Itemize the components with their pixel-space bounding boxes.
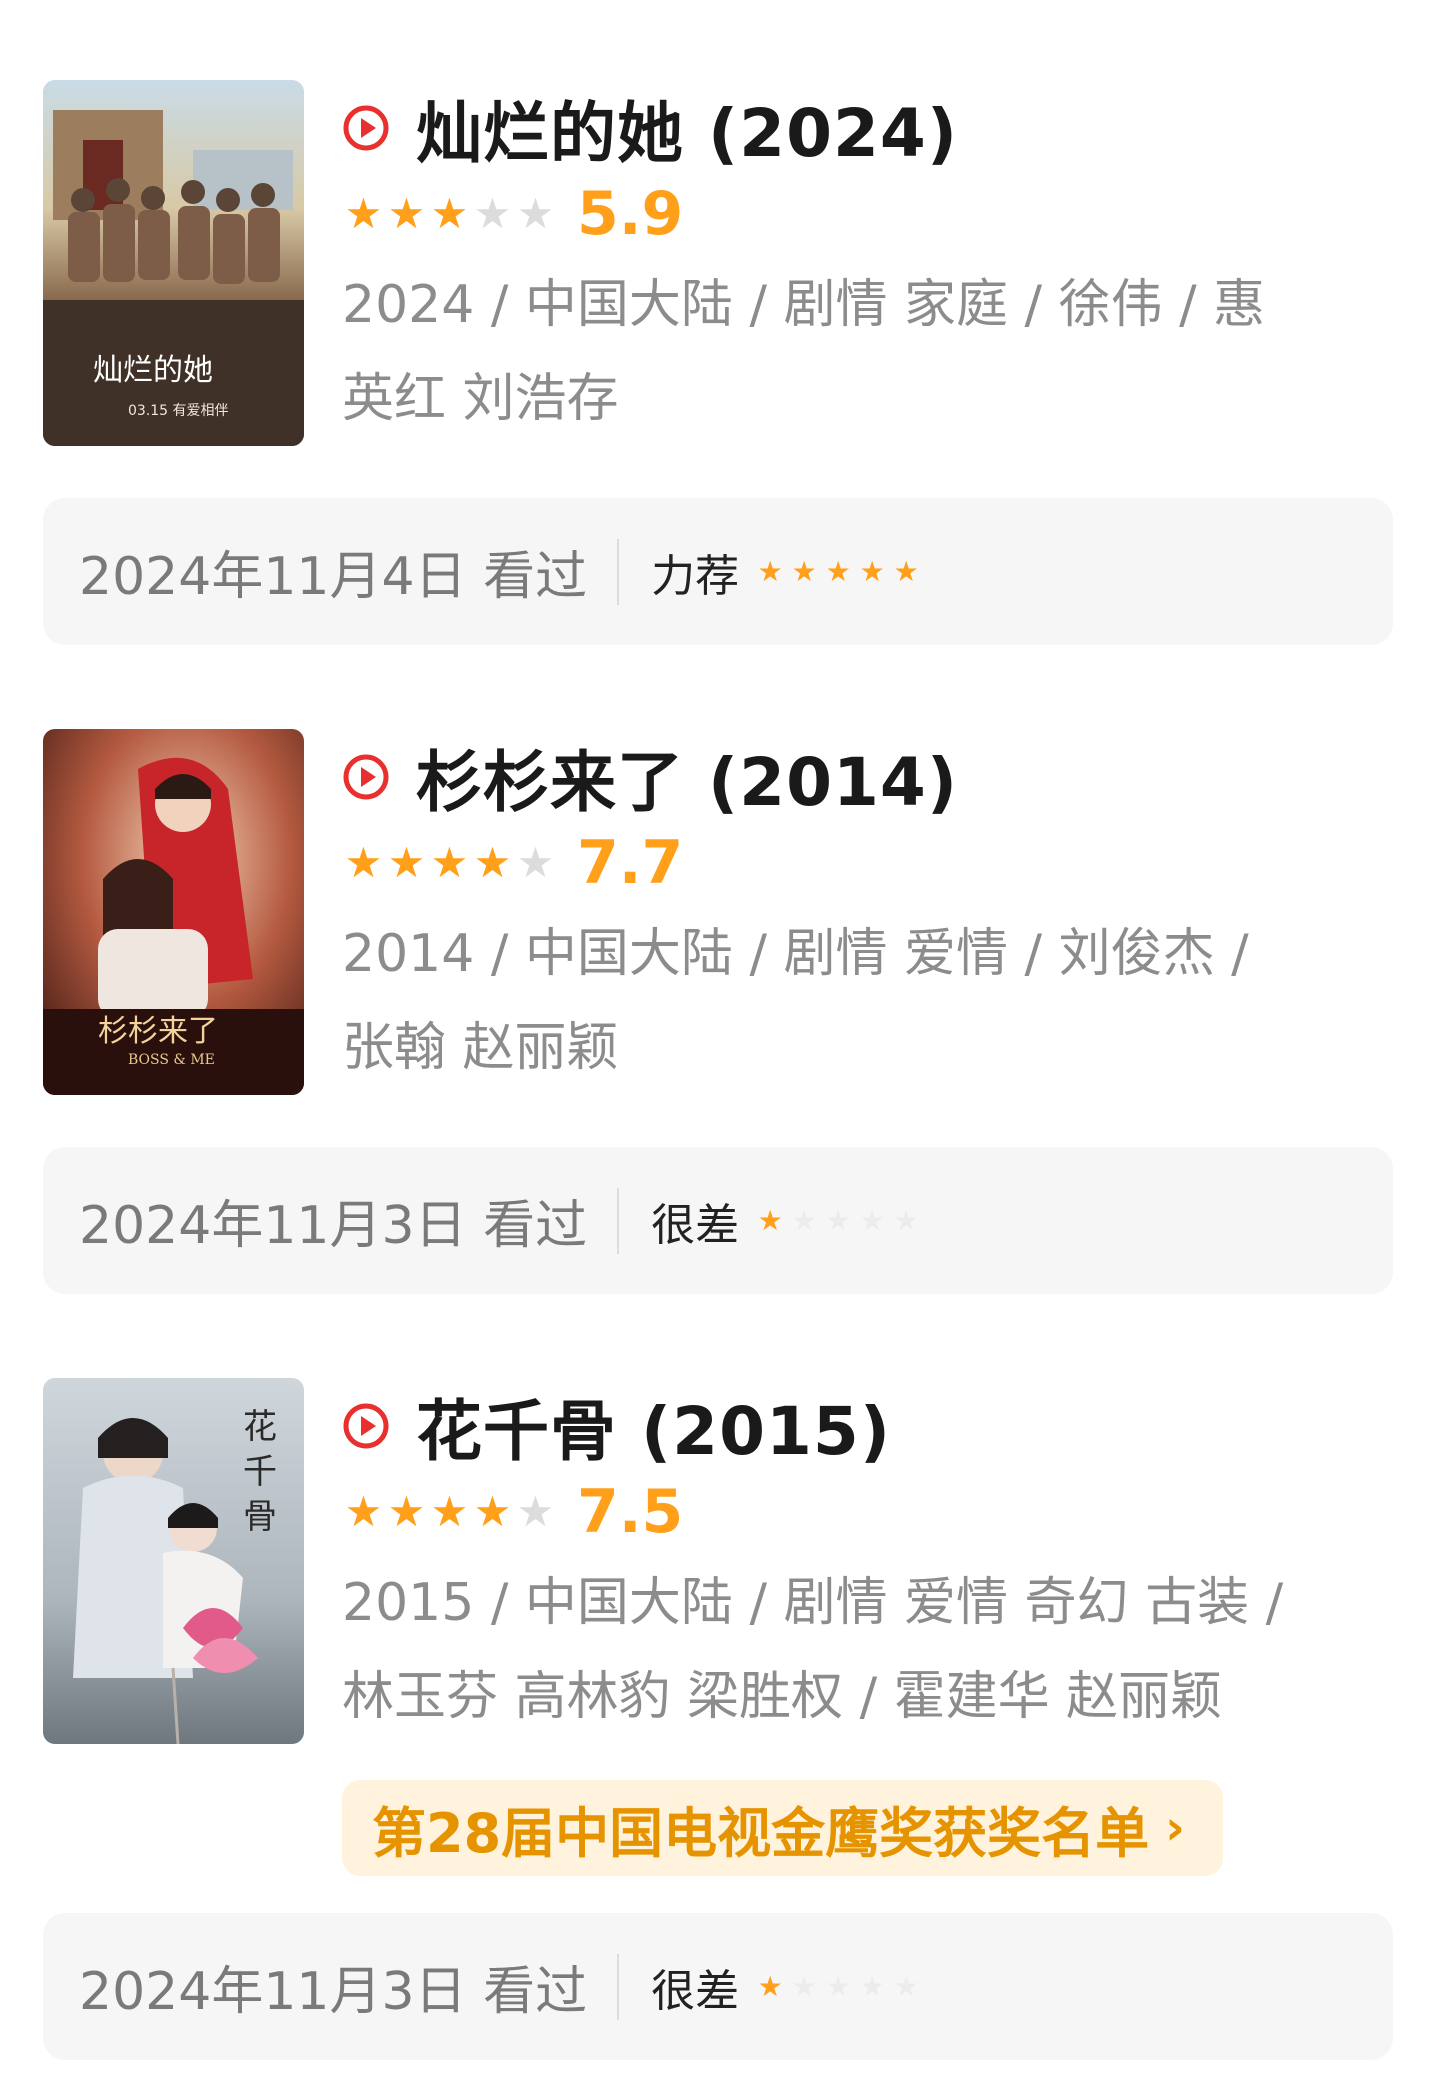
star-icon: ★	[757, 555, 783, 588]
meta-line: 张翰 赵丽颖	[342, 1018, 619, 1078]
play-icon[interactable]	[342, 1402, 390, 1450]
star-icon: ★	[516, 838, 555, 887]
star-rating: ★ ★ ★ ★ ★	[342, 193, 557, 235]
chevron-right-icon: ›	[1165, 1800, 1185, 1856]
meta-line: 2024 / 中国大陆 / 剧情 家庭 / 徐伟 / 惠	[342, 275, 1266, 335]
divider	[617, 1953, 620, 2020]
meta-line: 2015 / 中国大陆 / 剧情 爱情 奇幻 古装 /	[342, 1573, 1284, 1633]
star-icon: ★	[757, 1204, 783, 1237]
play-icon[interactable]	[342, 104, 390, 152]
movie-meta: 2014 / 中国大陆 / 剧情 爱情 / 刘俊杰 / 张翰 赵丽颖	[342, 907, 1382, 1095]
movie-title[interactable]: 灿烂的她 (2024)	[416, 80, 958, 176]
title-row[interactable]: 杉杉来了 (2014)	[342, 733, 958, 821]
watch-date: 2024年11月4日 看过	[79, 547, 588, 607]
meta-line: 林玉芬 高林豹 梁胜权 / 霍建华 赵丽颖	[342, 1667, 1223, 1727]
star-icon: ★	[859, 1970, 885, 2003]
meta-line: 英红 刘浩存	[342, 369, 619, 429]
star-icon: ★	[430, 1487, 469, 1536]
rating-score: 5.9	[577, 179, 684, 249]
svg-text:03.15 有爱相伴: 03.15 有爱相伴	[128, 403, 229, 419]
user-verdict: 很差	[651, 1199, 740, 1251]
star-icon: ★	[344, 838, 383, 887]
star-rating: ★ ★ ★ ★ ★	[342, 842, 557, 884]
divider	[617, 538, 620, 605]
title-row[interactable]: 花千骨 (2015)	[342, 1382, 891, 1470]
movie-meta: 2024 / 中国大陆 / 剧情 家庭 / 徐伟 / 惠 英红 刘浩存	[342, 258, 1382, 446]
star-icon: ★	[791, 555, 817, 588]
svg-text:千: 千	[243, 1452, 277, 1492]
movie-poster[interactable]: 灿烂的她 03.15 有爱相伴	[43, 80, 304, 446]
rating-row: ★ ★ ★ ★ ★ 7.7	[342, 827, 684, 899]
star-icon: ★	[473, 189, 512, 238]
star-icon: ★	[473, 838, 512, 887]
star-icon: ★	[344, 189, 383, 238]
svg-text:灿烂的她: 灿烂的她	[93, 353, 213, 388]
movie-poster[interactable]: 花 千 骨	[43, 1378, 304, 1744]
user-verdict: 力荐	[651, 550, 740, 602]
star-icon: ★	[387, 838, 426, 887]
star-icon: ★	[516, 189, 555, 238]
star-icon: ★	[430, 189, 469, 238]
watch-date: 2024年11月3日 看过	[79, 1962, 588, 2022]
star-icon: ★	[893, 555, 919, 588]
watch-log[interactable]: 2024年11月3日 看过 很差 ★ ★ ★ ★ ★	[43, 1147, 1393, 1294]
star-icon: ★	[516, 1487, 555, 1536]
star-icon: ★	[825, 555, 851, 588]
star-icon: ★	[757, 1970, 783, 2003]
star-icon: ★	[825, 1204, 851, 1237]
rating-row: ★ ★ ★ ★ ★ 5.9	[342, 178, 684, 250]
star-icon: ★	[859, 555, 885, 588]
award-label: 第28届中国电视金鹰奖获奖名单	[372, 1801, 1150, 1865]
star-icon: ★	[791, 1970, 817, 2003]
play-icon[interactable]	[342, 753, 390, 801]
award-link[interactable]: 第28届中国电视金鹰奖获奖名单 ›	[342, 1780, 1223, 1876]
watch-log[interactable]: 2024年11月3日 看过 很差 ★ ★ ★ ★ ★	[43, 1913, 1393, 2060]
svg-text:骨: 骨	[243, 1497, 277, 1537]
movie-poster[interactable]: 杉杉来了 BOSS & ME	[43, 729, 304, 1095]
star-icon: ★	[825, 1970, 851, 2003]
svg-text:花: 花	[243, 1407, 277, 1447]
star-icon: ★	[859, 1204, 885, 1237]
star-icon: ★	[430, 838, 469, 887]
star-icon: ★	[893, 1970, 919, 2003]
star-icon: ★	[473, 1487, 512, 1536]
user-star-rating: ★ ★ ★ ★ ★	[753, 1970, 923, 2003]
divider	[617, 1187, 620, 1254]
rating-score: 7.5	[577, 1477, 684, 1547]
user-star-rating: ★ ★ ★ ★ ★	[753, 555, 923, 588]
movie-title[interactable]: 花千骨 (2015)	[416, 1378, 891, 1474]
rating-row: ★ ★ ★ ★ ★ 7.5	[342, 1476, 684, 1548]
movie-title[interactable]: 杉杉来了 (2014)	[416, 729, 958, 825]
star-icon: ★	[387, 1487, 426, 1536]
user-verdict: 很差	[651, 1965, 740, 2017]
title-row[interactable]: 灿烂的她 (2024)	[342, 84, 958, 172]
watch-log[interactable]: 2024年11月4日 看过 力荐 ★ ★ ★ ★ ★	[43, 498, 1393, 645]
svg-text:BOSS & ME: BOSS & ME	[128, 1052, 215, 1068]
star-rating: ★ ★ ★ ★ ★	[342, 1491, 557, 1533]
svg-text:杉杉来了: 杉杉来了	[98, 1014, 218, 1049]
movie-meta: 2015 / 中国大陆 / 剧情 爱情 奇幻 古装 / 林玉芬 高林豹 梁胜权 …	[342, 1556, 1382, 1744]
star-icon: ★	[791, 1204, 817, 1237]
meta-line: 2014 / 中国大陆 / 剧情 爱情 / 刘俊杰 /	[342, 924, 1249, 984]
watch-date: 2024年11月3日 看过	[79, 1196, 588, 1256]
star-icon: ★	[344, 1487, 383, 1536]
user-star-rating: ★ ★ ★ ★ ★	[753, 1204, 923, 1237]
star-icon: ★	[387, 189, 426, 238]
rating-score: 7.7	[577, 828, 684, 898]
star-icon: ★	[893, 1204, 919, 1237]
